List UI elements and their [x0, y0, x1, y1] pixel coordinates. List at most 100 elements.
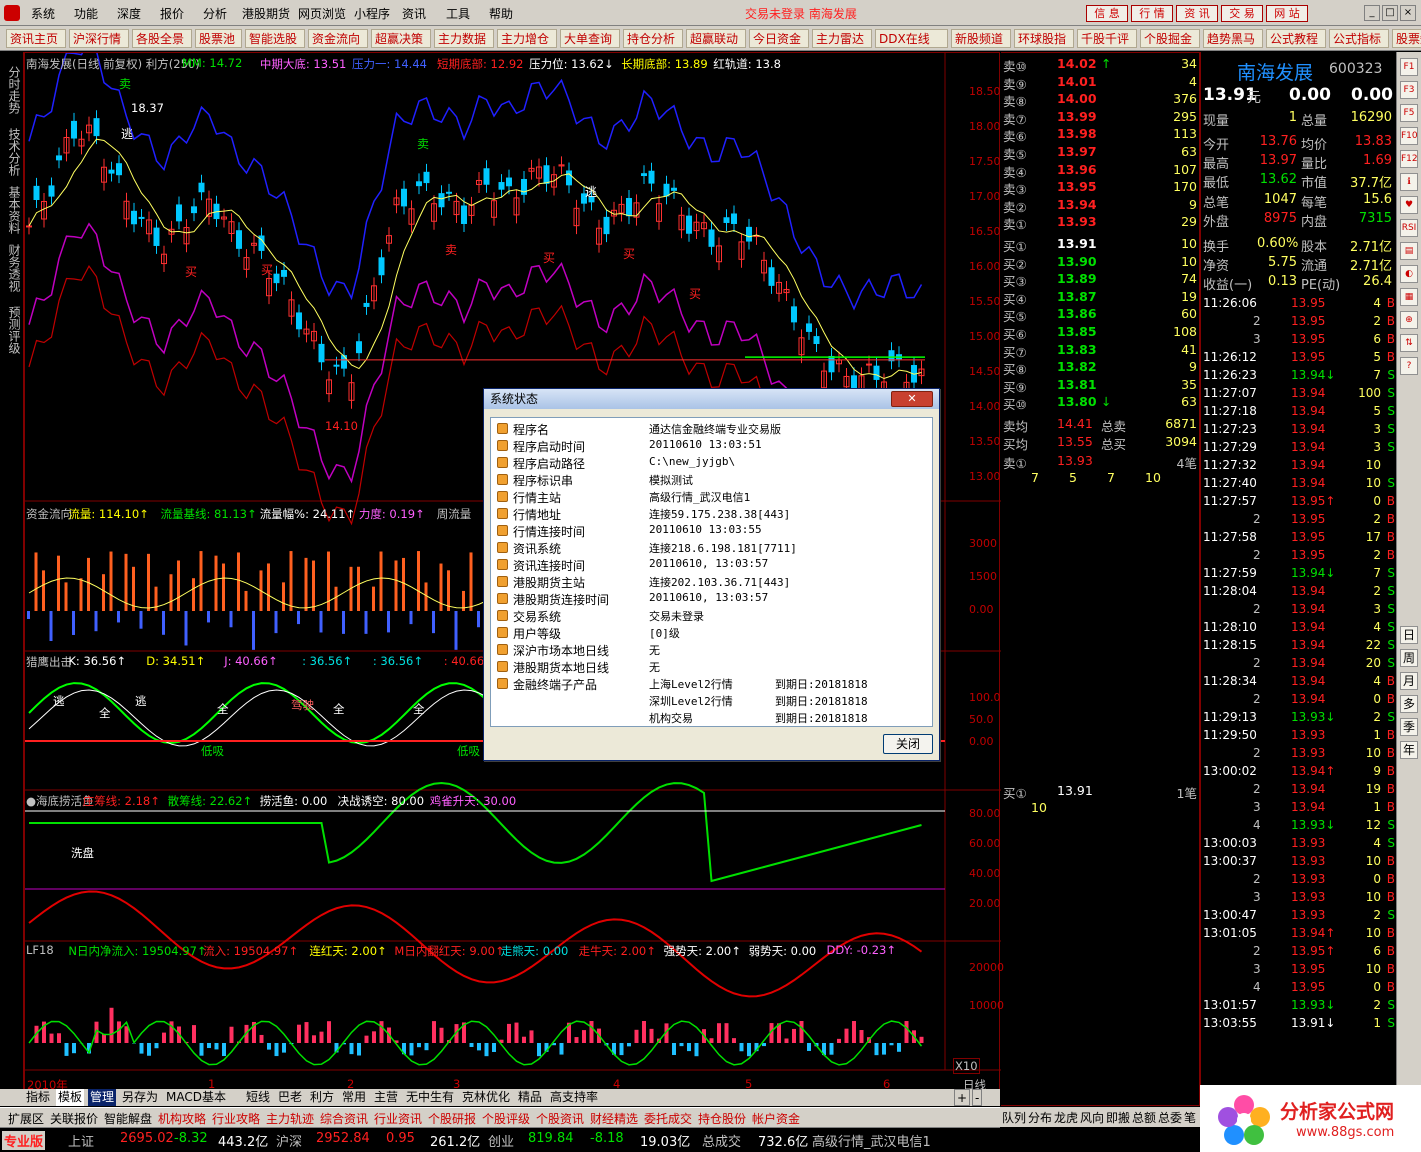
quote-tab-2[interactable]: 龙虎: [1054, 1109, 1078, 1126]
menu-4[interactable]: 分析: [203, 5, 227, 22]
template-tab-2[interactable]: 管理: [88, 1089, 117, 1106]
quote-tab-4[interactable]: 即搬: [1106, 1109, 1130, 1126]
toolbar-12[interactable]: 今日资金: [749, 29, 809, 48]
orderbook-row-1[interactable]: 卖⑨ 14.01 4: [1003, 74, 1197, 92]
right-icon-1[interactable]: F3: [1400, 81, 1418, 99]
orderbook-row-11[interactable]: 买② 13.90 10: [1003, 254, 1197, 272]
template-tab-6[interactable]: 巴老: [276, 1089, 304, 1106]
quote-tab-6[interactable]: 总委: [1158, 1109, 1182, 1126]
bottom-link-12[interactable]: 委托成交: [644, 1110, 692, 1127]
close-button[interactable]: 关闭: [883, 734, 933, 754]
toolbar-10[interactable]: 持仓分析: [623, 29, 683, 48]
quick-1[interactable]: 行 情: [1131, 5, 1173, 22]
period-tab-4[interactable]: 季: [1400, 718, 1418, 736]
template-tab-1[interactable]: 模板: [56, 1089, 85, 1106]
menu-10[interactable]: 帮助: [489, 5, 513, 22]
template-tab-12[interactable]: 精品: [516, 1089, 544, 1106]
toolbar-9[interactable]: 大单查询: [560, 29, 620, 48]
toolbar-16[interactable]: 环球股指: [1014, 29, 1074, 48]
period-tab-1[interactable]: 周: [1400, 649, 1418, 667]
right-icon-3[interactable]: F10: [1400, 127, 1418, 145]
menu-8[interactable]: 资讯: [402, 5, 426, 22]
right-icon-11[interactable]: ⊕: [1400, 311, 1418, 329]
bottom-link-0[interactable]: 扩展区: [8, 1110, 44, 1127]
right-icon-9[interactable]: ◐: [1400, 265, 1418, 283]
right-icon-10[interactable]: ▦: [1400, 288, 1418, 306]
template-tab-9[interactable]: 主营: [372, 1089, 400, 1106]
template-tab-3[interactable]: 另存为: [120, 1089, 160, 1106]
template-tab-8[interactable]: 常用: [340, 1089, 368, 1106]
tick-list[interactable]: 11:26:06 13.95 4 B 2 13.95 2 B 3 13.95 6 B 11:26:12 1…: [1201, 296, 1397, 1086]
orderbook-row-5[interactable]: 卖⑤ 13.97 63: [1003, 144, 1197, 162]
template-tab-0[interactable]: 指标: [24, 1089, 52, 1106]
period-tab-0[interactable]: 日: [1400, 626, 1418, 644]
left-tab-0[interactable]: 分时走势: [3, 60, 21, 120]
menu-2[interactable]: 深度: [117, 5, 141, 22]
toolbar-3[interactable]: 股票池: [195, 29, 242, 48]
toolbar-11[interactable]: 超赢联动: [686, 29, 746, 48]
orderbook-row-12[interactable]: 买③ 13.89 74: [1003, 271, 1197, 289]
bottom-link-10[interactable]: 个股资讯: [536, 1110, 584, 1127]
orderbook-row-16[interactable]: 买⑦ 13.83 41: [1003, 342, 1197, 360]
quote-tab-0[interactable]: 队列: [1002, 1109, 1026, 1126]
period-tab-2[interactable]: 月: [1400, 672, 1418, 690]
template-tab-11[interactable]: 克林优化: [460, 1089, 512, 1106]
right-icon-5[interactable]: ℹ: [1400, 173, 1418, 191]
bottom-link-6[interactable]: 综合资讯: [320, 1110, 368, 1127]
quick-3[interactable]: 交 易: [1221, 5, 1263, 22]
orderbook-row-18[interactable]: 买⑨ 13.81 35: [1003, 377, 1197, 395]
dialog-close-button[interactable]: ✕: [891, 391, 933, 407]
orderbook-row-9[interactable]: 卖① 13.93 29: [1003, 214, 1197, 232]
toolbar-0[interactable]: 资讯主页: [6, 29, 66, 48]
template-tab-5[interactable]: 短线: [244, 1089, 272, 1106]
bottom-link-3[interactable]: 机构攻略: [158, 1110, 206, 1127]
quick-0[interactable]: 信 息: [1086, 5, 1128, 22]
toolbar-21[interactable]: 公式指标: [1329, 29, 1389, 48]
maximize-button[interactable]: □: [1382, 5, 1398, 21]
orderbook-row-0[interactable]: 卖⑩ 14.02 ↑ 34: [1003, 56, 1197, 74]
left-tab-4[interactable]: 预测评级: [3, 300, 21, 360]
toolbar-6[interactable]: 超赢决策: [371, 29, 431, 48]
right-icon-4[interactable]: F12: [1400, 150, 1418, 168]
bottom-link-9[interactable]: 个股评级: [482, 1110, 530, 1127]
toolbar-1[interactable]: 沪深行情: [69, 29, 129, 48]
toolbar-15[interactable]: 新股频道: [951, 29, 1011, 48]
remove-button[interactable]: -: [972, 1089, 983, 1106]
minimize-button[interactable]: _: [1364, 5, 1380, 21]
menu-3[interactable]: 报价: [160, 5, 184, 22]
quote-tab-7[interactable]: 笔: [1184, 1109, 1196, 1126]
bottom-link-8[interactable]: 个股研报: [428, 1110, 476, 1127]
menu-9[interactable]: 工具: [446, 5, 470, 22]
orderbook-row-15[interactable]: 买⑥ 13.85 108: [1003, 324, 1197, 342]
quick-2[interactable]: 资 讯: [1176, 5, 1218, 22]
quote-tab-5[interactable]: 总额: [1132, 1109, 1156, 1126]
bottom-link-2[interactable]: 智能解盘: [104, 1110, 152, 1127]
orderbook-row-4[interactable]: 卖⑥ 13.98 113: [1003, 126, 1197, 144]
orderbook-row-13[interactable]: 买④ 13.87 19: [1003, 289, 1197, 307]
right-icon-13[interactable]: ?: [1400, 357, 1418, 375]
toolbar-14[interactable]: DDX在线: [875, 29, 948, 48]
toolbar-20[interactable]: 公式教程: [1266, 29, 1326, 48]
menu-1[interactable]: 功能: [74, 5, 98, 22]
toolbar-22[interactable]: 股票知识: [1392, 29, 1421, 48]
orderbook-row-7[interactable]: 卖③ 13.95 170: [1003, 179, 1197, 197]
template-tab-4[interactable]: MACD基本: [164, 1089, 228, 1106]
toolbar-7[interactable]: 主力数据: [434, 29, 494, 48]
toolbar-8[interactable]: 主力增仓: [497, 29, 557, 48]
period-tab-3[interactable]: 多: [1400, 695, 1418, 713]
template-tab-7[interactable]: 利方: [308, 1089, 336, 1106]
toolbar-19[interactable]: 趋势黑马: [1203, 29, 1263, 48]
bottom-link-4[interactable]: 行业攻略: [212, 1110, 260, 1127]
menu-6[interactable]: 网页浏览: [298, 5, 346, 22]
menu-7[interactable]: 小程序: [354, 5, 390, 22]
orderbook-row-17[interactable]: 买⑧ 13.82 9: [1003, 359, 1197, 377]
bottom-link-7[interactable]: 行业资讯: [374, 1110, 422, 1127]
right-icon-8[interactable]: ▤: [1400, 242, 1418, 260]
quote-tab-3[interactable]: 风向: [1080, 1109, 1104, 1126]
orderbook-row-14[interactable]: 买⑤ 13.86 60: [1003, 306, 1197, 324]
menu-0[interactable]: 系统: [31, 5, 55, 22]
bottom-link-13[interactable]: 持仓股份: [698, 1110, 746, 1127]
toolbar-13[interactable]: 主力雷达: [812, 29, 872, 48]
toolbar-5[interactable]: 资金流向: [308, 29, 368, 48]
right-icon-7[interactable]: RSI: [1400, 219, 1418, 237]
